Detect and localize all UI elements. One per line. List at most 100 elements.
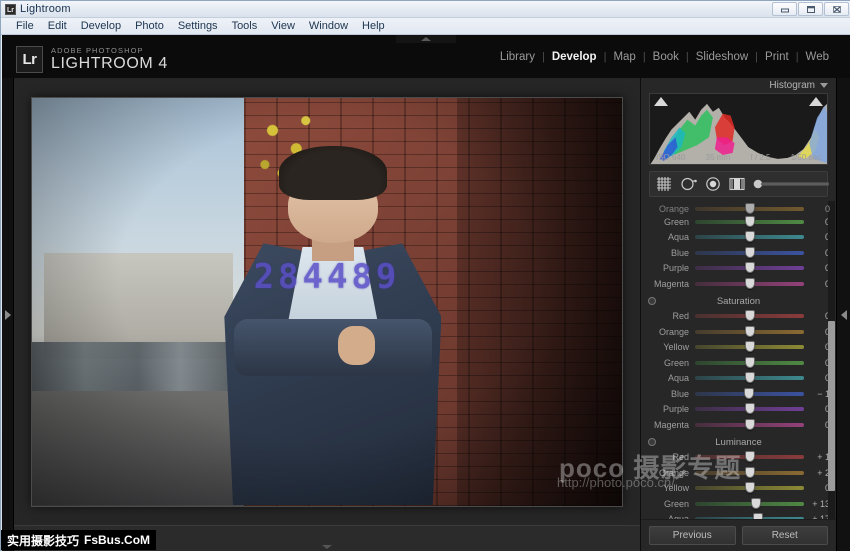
hsl-slider-thumb[interactable] [745,247,755,258]
hsl-slider-track[interactable] [695,330,804,334]
hsl-slider-saturation-blue[interactable]: Blue− 1 [641,386,836,402]
highlight-clipping-indicator[interactable] [809,97,823,106]
reset-button[interactable]: Reset [742,526,829,545]
hsl-slider-thumb[interactable] [745,278,755,289]
hsl-slider-track[interactable] [695,235,804,239]
histogram-panel[interactable]: ISO 640 35 mm f / 2.5 1/50 sec [649,93,828,165]
hsl-slider-saturation-purple[interactable]: Purple0 [641,402,836,418]
crop-overlay-tool-icon[interactable] [656,176,672,192]
hsl-slider-thumb[interactable] [745,231,755,242]
menu-edit[interactable]: Edit [41,19,74,33]
chevron-down-icon[interactable] [820,83,828,88]
hsl-slider-saturation-orange[interactable]: Orange0 [641,324,836,340]
hsl-slider-thumb[interactable] [745,216,755,227]
hsl-slider-track[interactable] [695,251,804,255]
hsl-slider-thumb[interactable] [745,467,755,478]
hsl-slider-saturation-aqua[interactable]: Aqua0 [641,371,836,387]
menu-develop[interactable]: Develop [74,19,128,33]
hsl-slider-track[interactable] [695,345,804,349]
panel-scrollbar-thumb[interactable] [828,321,835,491]
shadow-clipping-indicator[interactable] [654,97,668,106]
identity-plate[interactable]: Lr ADOBE PHOTOSHOP LIGHTROOM 4 [16,46,168,73]
hsl-slider-luminance-orange[interactable]: Orange+ 2 [641,465,836,481]
hsl-slider-track[interactable] [695,407,804,411]
menu-view[interactable]: View [264,19,302,33]
spot-removal-tool-icon[interactable] [680,176,697,192]
menu-settings[interactable]: Settings [171,19,225,33]
photo-frame[interactable]: 284489 [31,97,623,507]
hsl-slider-track[interactable] [695,486,804,490]
close-button[interactable] [824,2,849,16]
bottom-panel-collapse-toggle[interactable] [297,543,357,551]
hsl-slider-luminance-green[interactable]: Green+ 13 [641,496,836,512]
menu-window[interactable]: Window [302,19,355,33]
hsl-slider-thumb[interactable] [753,513,763,519]
hsl-slider-thumb[interactable] [745,326,755,337]
hsl-slider-hue-purple[interactable]: Purple0 [641,261,836,277]
adjustment-brush-tool-icon[interactable] [753,178,831,190]
hsl-slider-track[interactable] [695,282,804,286]
minimize-button[interactable] [772,2,797,16]
hsl-slider-track[interactable] [695,502,804,506]
hsl-slider-track[interactable] [695,517,804,519]
hsl-slider-thumb[interactable] [745,482,755,493]
hsl-slider-saturation-green[interactable]: Green0 [641,355,836,371]
hsl-slider-track[interactable] [695,392,804,396]
graduated-filter-tool-icon[interactable] [729,176,745,192]
hsl-slider-saturation-magenta[interactable]: Magenta0 [641,417,836,433]
hsl-slider-saturation-yellow[interactable]: Yellow0 [641,340,836,356]
menu-photo[interactable]: Photo [128,19,171,33]
hsl-slider-track[interactable] [695,376,804,380]
hsl-slider-track[interactable] [695,471,804,475]
hsl-slider-thumb[interactable] [745,341,755,352]
module-print[interactable]: Print [758,51,796,63]
hsl-slider-thumb[interactable] [744,388,754,399]
hsl-slider-luminance-red[interactable]: Red+ 1 [641,450,836,466]
hsl-slider-thumb[interactable] [745,357,755,368]
red-eye-correction-tool-icon[interactable] [705,176,721,192]
module-develop[interactable]: Develop [545,51,604,63]
hsl-slider-track[interactable] [695,207,804,211]
maximize-button[interactable] [798,2,823,16]
hsl-slider-label: Orange [641,327,695,337]
hsl-slider-hue-magenta[interactable]: Magenta0 [641,276,836,292]
module-book[interactable]: Book [646,51,686,63]
hsl-slider-thumb[interactable] [745,262,755,273]
previous-button[interactable]: Previous [649,526,736,545]
hsl-slider-hue-aqua[interactable]: Aqua0 [641,230,836,246]
right-panel-collapse-toggle[interactable] [836,78,850,551]
module-slideshow[interactable]: Slideshow [689,51,755,63]
hsl-slider-thumb[interactable] [751,498,761,509]
menu-file[interactable]: File [9,19,41,33]
hsl-slider-luminance-yellow[interactable]: Yellow0 [641,481,836,497]
hsl-slider-hue-green[interactable]: Green0 [641,214,836,230]
module-library[interactable]: Library [493,51,542,63]
histogram-header[interactable]: Histogram [641,78,836,93]
hsl-slider-thumb[interactable] [745,403,755,414]
hsl-slider-thumb[interactable] [745,419,755,430]
hsl-panel[interactable]: Orange0Green0Aqua0Blue0Purple0Magenta0Sa… [641,201,836,519]
module-map[interactable]: Map [606,51,642,63]
hsl-slider-track[interactable] [695,455,804,459]
hsl-slider-thumb[interactable] [745,372,755,383]
module-web[interactable]: Web [799,51,836,63]
hsl-slider-thumb[interactable] [745,203,755,214]
hsl-slider-track[interactable] [695,314,804,318]
hsl-slider-track[interactable] [695,423,804,427]
hsl-slider-thumb[interactable] [745,451,755,462]
hsl-slider-value: + 1 [804,452,830,462]
hsl-slider-hue-blue[interactable]: Blue0 [641,245,836,261]
hsl-section-header-saturation[interactable]: Saturation [641,294,836,309]
menu-tools[interactable]: Tools [225,19,265,33]
top-panel-collapse-toggle[interactable] [396,35,456,43]
hsl-slider-thumb[interactable] [745,310,755,321]
hsl-slider-track[interactable] [695,361,804,365]
hsl-slider-luminance-aqua[interactable]: Aqua+ 17 [641,512,836,520]
left-panel-expand-toggle[interactable] [2,78,14,551]
hsl-slider-saturation-red[interactable]: Red0 [641,309,836,325]
hsl-section-header-luminance[interactable]: Luminance [641,435,836,450]
hsl-slider-track[interactable] [695,266,804,270]
menu-help[interactable]: Help [355,19,392,33]
hsl-slider-track[interactable] [695,220,804,224]
hsl-slider-hue-orange[interactable]: Orange0 [641,203,836,214]
